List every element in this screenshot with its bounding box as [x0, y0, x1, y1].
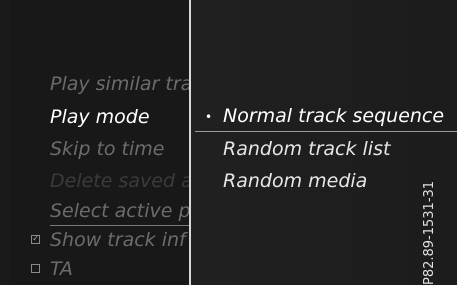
checkbox-checked-icon[interactable]: ✓: [31, 235, 40, 244]
checkbox-unchecked-icon[interactable]: [31, 264, 40, 273]
option-random-media[interactable]: Random media: [223, 170, 367, 192]
selected-bullet-icon: •: [205, 110, 213, 124]
reference-code: P82.89-1531-31: [422, 180, 437, 285]
option-random-track-list[interactable]: Random track list: [223, 138, 390, 160]
menu-item-ta[interactable]: TA: [50, 258, 73, 280]
option-normal-track-sequence[interactable]: Normal track sequence: [194, 105, 457, 132]
menu-item-show-track-info[interactable]: Show track inf: [50, 229, 186, 251]
menu-item-play-mode[interactable]: Play mode: [50, 106, 150, 128]
menu-item-delete-saved: Delete saved a: [50, 170, 193, 192]
menu-item-select-active-partition[interactable]: Select active p: [50, 200, 210, 226]
menu-item-play-similar-tracks[interactable]: Play similar tra: [50, 73, 192, 95]
menu-item-skip-to-time[interactable]: Skip to time: [50, 138, 164, 160]
display-screen: Play similar tra Play mode Skip to time …: [0, 0, 457, 285]
